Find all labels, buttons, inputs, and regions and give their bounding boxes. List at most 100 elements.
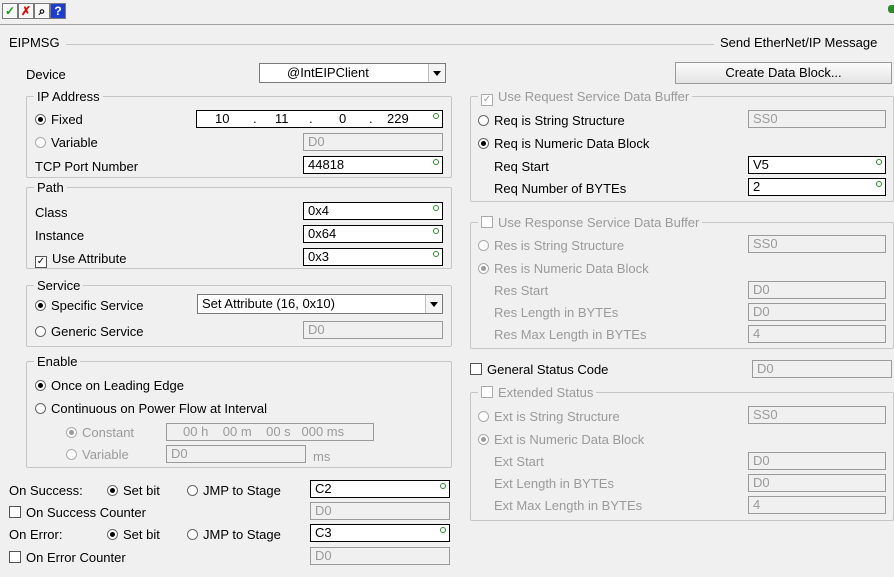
res-string-option[interactable]: Res is String Structure [478, 238, 624, 253]
help-icon[interactable]: ? [50, 3, 66, 19]
response-buffer-checkbox[interactable] [481, 216, 493, 228]
ext-numeric-radio[interactable] [478, 434, 489, 445]
res-length-label: Res Length in BYTEs [494, 305, 619, 320]
service-group-title: Service [34, 278, 84, 293]
cancel-icon[interactable]: ✗ [18, 3, 34, 19]
ext-string-label: Ext is String Structure [494, 409, 620, 424]
general-status-input[interactable]: D0 [752, 360, 892, 378]
req-start-input[interactable]: V5 [748, 156, 886, 174]
tcp-port-input[interactable]: 44818 [303, 156, 443, 174]
req-string-input[interactable]: SS0 [748, 110, 886, 128]
request-buffer-option[interactable]: ✓ Use Request Service Data Buffer [478, 89, 693, 106]
constant-option[interactable]: Constant [66, 425, 134, 440]
error-set-bit-label: Set bit [123, 527, 160, 542]
general-status-option[interactable]: General Status Code [470, 362, 608, 377]
success-bit-value: C2 [315, 481, 332, 496]
constant-radio[interactable] [66, 427, 77, 438]
ext-length-input[interactable]: D0 [748, 474, 886, 492]
create-data-block-button[interactable]: Create Data Block... [675, 62, 892, 84]
ip-variable-radio[interactable] [35, 137, 46, 148]
res-numeric-option[interactable]: Res is Numeric Data Block [478, 261, 649, 276]
specific-service-select[interactable]: Set Attribute (16, 0x10) [197, 294, 443, 314]
use-attribute-option[interactable]: ✓ Use Attribute [35, 251, 126, 268]
req-string-option[interactable]: Req is String Structure [478, 113, 625, 128]
error-bit-input[interactable]: C3 [310, 524, 450, 542]
error-counter-option[interactable]: On Error Counter [9, 550, 126, 565]
ext-start-input[interactable]: D0 [748, 452, 886, 470]
ip-fixed-radio[interactable] [35, 114, 46, 125]
error-set-bit-option[interactable]: Set bit [107, 527, 160, 542]
ext-numeric-label: Ext is Numeric Data Block [494, 432, 645, 447]
path-group-title: Path [34, 180, 67, 195]
ip-fixed-option[interactable]: Fixed [35, 112, 83, 127]
chevron-down-icon[interactable] [425, 295, 442, 313]
accept-icon[interactable]: ✓ [2, 3, 18, 19]
success-set-bit-option[interactable]: Set bit [107, 483, 160, 498]
toolbar-divider [0, 24, 894, 25]
continuous-option[interactable]: Continuous on Power Flow at Interval [35, 401, 267, 416]
ip-variable-input[interactable]: D0 [303, 133, 443, 151]
request-buffer-checkbox[interactable]: ✓ [481, 94, 493, 106]
once-leading-edge-option[interactable]: Once on Leading Edge [35, 378, 184, 393]
device-select[interactable]: @IntEIPClient [259, 63, 446, 83]
class-input[interactable]: 0x4 [303, 202, 443, 220]
success-set-bit-radio[interactable] [107, 485, 118, 496]
ip-variable-option[interactable]: Variable [35, 135, 98, 150]
header-divider [66, 44, 714, 45]
req-numeric-option[interactable]: Req is Numeric Data Block [478, 136, 649, 151]
specific-service-radio[interactable] [35, 300, 46, 311]
generic-service-option[interactable]: Generic Service [35, 324, 143, 339]
res-string-radio[interactable] [478, 240, 489, 251]
response-buffer-option[interactable]: Use Response Service Data Buffer [478, 215, 703, 230]
extended-status-checkbox[interactable] [481, 386, 493, 398]
error-counter-checkbox[interactable] [9, 551, 21, 563]
success-counter-option[interactable]: On Success Counter [9, 505, 146, 520]
req-numeric-radio[interactable] [478, 138, 489, 149]
extended-status-option[interactable]: Extended Status [478, 385, 597, 400]
instruction-title: EIPMSG [9, 35, 60, 50]
attribute-input[interactable]: 0x3 [303, 248, 443, 266]
ip-fixed-label: Fixed [51, 112, 83, 127]
req-string-radio[interactable] [478, 115, 489, 126]
req-string-label: Req is String Structure [494, 113, 625, 128]
ip-address-input[interactable]: 10 . 11 . 0 . 229 [196, 110, 443, 128]
success-counter-checkbox[interactable] [9, 506, 21, 518]
error-set-bit-radio[interactable] [107, 529, 118, 540]
general-status-checkbox[interactable] [470, 363, 482, 375]
error-jmp-radio[interactable] [187, 529, 198, 540]
tcp-port-value: 44818 [308, 157, 345, 172]
once-leading-edge-radio[interactable] [35, 380, 46, 391]
res-string-input[interactable]: SS0 [748, 235, 886, 253]
generic-service-input[interactable]: D0 [303, 321, 443, 339]
ext-string-input[interactable]: SS0 [748, 406, 886, 424]
req-bytes-input[interactable]: 2 [748, 178, 886, 196]
interval-variable-input[interactable]: D0 [166, 445, 306, 463]
interval-variable-option[interactable]: Variable [66, 447, 129, 462]
success-jmp-radio[interactable] [187, 485, 198, 496]
specific-service-option[interactable]: Specific Service [35, 298, 143, 313]
class-label: Class [35, 205, 68, 220]
find-icon[interactable]: ⌕ [34, 3, 50, 19]
success-counter-input[interactable]: D0 [310, 502, 450, 520]
chevron-down-icon[interactable] [428, 64, 445, 82]
use-attribute-checkbox[interactable]: ✓ [35, 256, 47, 268]
res-numeric-radio[interactable] [478, 263, 489, 274]
res-length-input[interactable]: D0 [748, 303, 886, 321]
general-status-label: General Status Code [487, 362, 609, 377]
success-jmp-option[interactable]: JMP to Stage [187, 483, 281, 498]
success-bit-input[interactable]: C2 [310, 480, 450, 498]
ext-string-radio[interactable] [478, 411, 489, 422]
continuous-radio[interactable] [35, 403, 46, 414]
generic-service-radio[interactable] [35, 326, 46, 337]
error-counter-input[interactable]: D0 [310, 547, 450, 565]
ext-string-option[interactable]: Ext is String Structure [478, 409, 620, 424]
res-start-input[interactable]: D0 [748, 281, 886, 299]
instance-input[interactable]: 0x64 [303, 225, 443, 243]
ext-numeric-option[interactable]: Ext is Numeric Data Block [478, 432, 644, 447]
interval-variable-radio[interactable] [66, 449, 77, 460]
constant-label: Constant [82, 425, 135, 440]
ext-max-input[interactable]: 4 [748, 496, 886, 514]
res-max-input[interactable]: 4 [748, 325, 886, 343]
constant-interval-input[interactable]: 00 h 00 m 00 s 000 ms [166, 423, 374, 441]
error-jmp-option[interactable]: JMP to Stage [187, 527, 281, 542]
